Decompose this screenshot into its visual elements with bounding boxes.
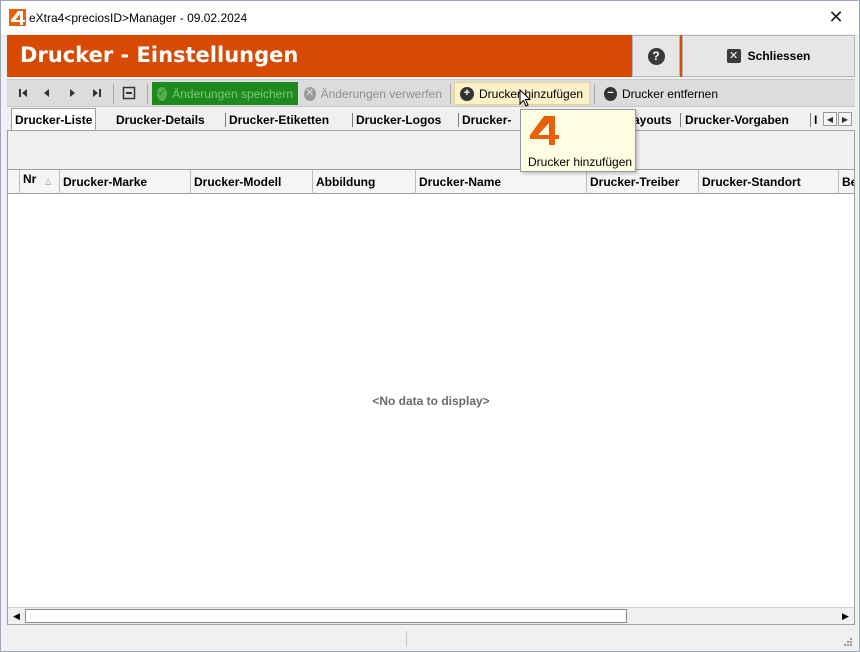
- tab-drucker-logos[interactable]: Drucker-Logos: [353, 110, 444, 130]
- column-label: Drucker-Treiber: [590, 175, 680, 189]
- record-form-icon[interactable]: [122, 86, 136, 100]
- checkmark-icon: ✓: [157, 86, 168, 101]
- tab-drucker-etiketten[interactable]: Drucker-Etiketten: [226, 110, 332, 130]
- toolbar-divider: [450, 84, 451, 104]
- tab-label: Drucker-: [462, 113, 512, 127]
- column-drucker-treiber[interactable]: Drucker-Treiber: [587, 170, 699, 194]
- column-label: Abbildung: [316, 175, 376, 189]
- title-bar: eXtra4<preciosID>Manager - 09.02.2024 ✕: [1, 1, 859, 34]
- column-drucker-name[interactable]: Drucker-Name: [416, 170, 587, 194]
- scroll-left-icon[interactable]: ◀: [8, 608, 25, 625]
- tab-drucker-layouts[interactable]: ayouts: [630, 110, 675, 130]
- tab-drucker-partial[interactable]: Drucker-: [459, 110, 514, 130]
- close-button-label: Schliessen: [747, 49, 811, 63]
- column-label: Drucker-Standort: [702, 175, 801, 189]
- column-drucker-standort[interactable]: Drucker-Standort: [699, 170, 839, 194]
- save-changes-button[interactable]: ✓ Änderungen speichern: [152, 82, 298, 105]
- tab-strip: Drucker-Liste Drucker-Details Drucker-Et…: [7, 108, 855, 130]
- column-be[interactable]: Be: [839, 170, 854, 194]
- app-logo-icon: [530, 116, 559, 145]
- close-box-icon: ✕: [726, 49, 741, 63]
- tab-drucker-vorgaben[interactable]: Drucker-Vorgaben: [682, 110, 792, 130]
- resize-grip-icon[interactable]: [843, 637, 853, 647]
- column-abbildung[interactable]: Abbildung: [313, 170, 416, 194]
- column-label: Drucker-Modell: [194, 175, 282, 189]
- printer-grid: Nr △ Drucker-Marke Drucker-Modell Abbild…: [7, 169, 855, 625]
- column-label: Be: [842, 175, 854, 189]
- tab-drucker-details[interactable]: Drucker-Details: [113, 110, 208, 130]
- previous-record-icon[interactable]: [40, 86, 54, 100]
- remove-printer-button[interactable]: − Drucker entfernen: [599, 82, 723, 105]
- close-button[interactable]: ✕ Schliessen: [682, 35, 855, 77]
- tab-label: Drucker-Vorgaben: [685, 113, 789, 127]
- tab-label: I: [814, 113, 818, 127]
- column-drucker-modell[interactable]: Drucker-Modell: [191, 170, 313, 194]
- toolbar: ✓ Änderungen speichern ✕ Änderungen verw…: [7, 79, 855, 107]
- tooltip: Drucker hinzufügen: [520, 109, 636, 172]
- app-window: eXtra4<preciosID>Manager - 09.02.2024 ✕ …: [0, 0, 860, 652]
- column-label: Drucker-Name: [419, 175, 502, 189]
- help-icon: ?: [647, 47, 665, 65]
- scrollbar-thumb[interactable]: [25, 609, 627, 623]
- scroll-right-icon[interactable]: ▶: [837, 608, 854, 625]
- tooltip-text: Drucker hinzufügen: [528, 155, 633, 169]
- plus-icon: +: [460, 86, 474, 101]
- tab-label: Drucker-Etiketten: [229, 113, 330, 127]
- window-close-button[interactable]: ✕: [813, 1, 859, 34]
- page-title: Drucker - Einstellungen: [20, 43, 299, 67]
- tab-label: Drucker-Liste: [15, 112, 93, 127]
- discard-x-icon: ✕: [304, 86, 316, 101]
- app-logo-icon: [9, 9, 26, 26]
- tab-label: ayouts: [633, 113, 672, 127]
- status-divider: [406, 631, 407, 647]
- discard-changes-button[interactable]: ✕ Änderungen verwerfen: [299, 82, 447, 105]
- toolbar-divider: [113, 84, 114, 104]
- discard-changes-label: Änderungen verwerfen: [320, 86, 442, 101]
- help-button[interactable]: ?: [632, 35, 680, 77]
- tab-label: Drucker-Logos: [356, 113, 442, 127]
- mouse-cursor-icon: [519, 89, 532, 107]
- save-changes-label: Änderungen speichern: [172, 86, 293, 101]
- sort-ascending-icon: △: [45, 177, 52, 186]
- toolbar-divider: [594, 84, 595, 104]
- close-icon: ✕: [828, 7, 844, 27]
- first-record-icon[interactable]: [16, 86, 30, 100]
- status-bar: [1, 628, 859, 651]
- last-record-icon[interactable]: [90, 86, 104, 100]
- tab-scroll-left-icon[interactable]: ◀: [823, 112, 837, 126]
- column-drucker-marke[interactable]: Drucker-Marke: [60, 170, 191, 194]
- grid-indicator-column: [8, 170, 20, 194]
- tab-label: Drucker-Details: [116, 113, 205, 127]
- tab-drucker-liste[interactable]: Drucker-Liste: [11, 108, 97, 130]
- column-nr[interactable]: Nr △: [20, 170, 60, 194]
- toolbar-divider: [147, 84, 148, 104]
- tab-overflow[interactable]: I: [811, 110, 820, 130]
- window-title: eXtra4<preciosID>Manager - 09.02.2024: [29, 11, 248, 25]
- grid-header: Nr △ Drucker-Marke Drucker-Modell Abbild…: [8, 170, 854, 194]
- page-header: Drucker - Einstellungen ? ✕ Schliessen: [7, 35, 855, 77]
- tab-divider: [680, 113, 681, 127]
- tab-scroll-right-icon[interactable]: ▶: [838, 112, 852, 126]
- column-label: Nr: [23, 172, 37, 186]
- column-label: Drucker-Marke: [63, 175, 148, 189]
- minus-icon: −: [604, 86, 617, 101]
- empty-grid-message: <No data to display>: [372, 394, 490, 408]
- next-record-icon[interactable]: [65, 86, 79, 100]
- horizontal-scrollbar[interactable]: ◀ ▶: [8, 607, 854, 624]
- remove-printer-label: Drucker entfernen: [621, 86, 718, 101]
